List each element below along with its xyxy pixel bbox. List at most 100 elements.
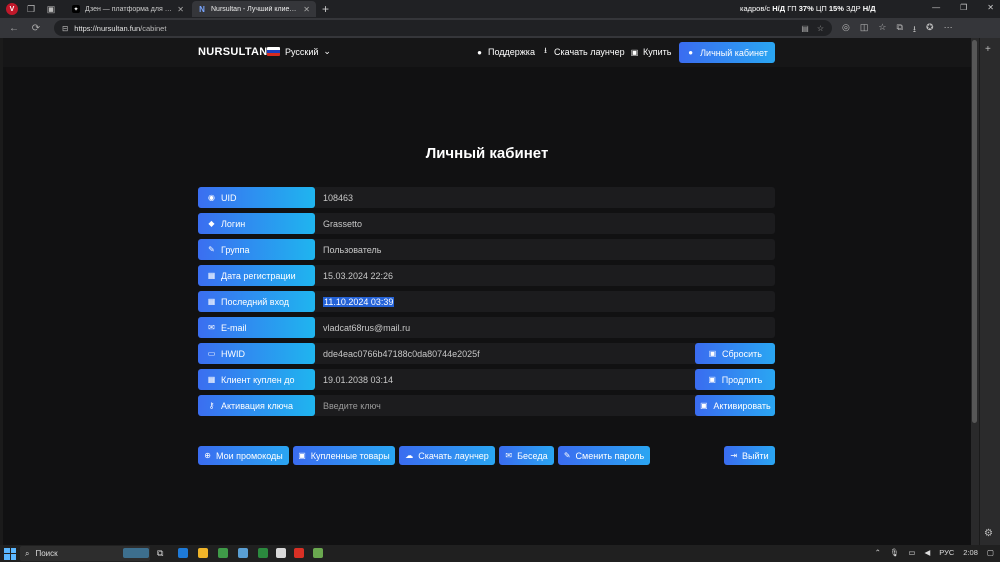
site-info-icon[interactable]: ⊟: [62, 24, 68, 33]
extend-button[interactable]: ▣ Продлить: [695, 369, 775, 390]
close-icon[interactable]: ✕: [177, 5, 184, 14]
shopping-bag-icon: ▣: [298, 451, 306, 460]
widget-image-icon[interactable]: [123, 548, 149, 558]
language-selector[interactable]: Русский ⌄: [267, 46, 331, 57]
plus-circle-icon: ⊕: [204, 451, 211, 460]
change-password-button[interactable]: ✎ Сменить пароль: [558, 446, 650, 465]
tab-nursultan[interactable]: N Nursultan - Лучший клиент с мо ✕: [192, 1, 316, 17]
overlay-gpu: 37%: [798, 4, 814, 13]
extension-icon[interactable]: ◎: [842, 22, 850, 38]
chat-button[interactable]: ✉ Беседа: [499, 446, 554, 465]
label-text: Группа: [221, 244, 250, 255]
site-logo[interactable]: NURSULTAN: [198, 46, 268, 58]
back-icon[interactable]: ←: [6, 23, 22, 34]
page-scrollbar[interactable]: [971, 38, 979, 545]
input-language[interactable]: РУС: [939, 548, 954, 557]
task-view-icon[interactable]: ⧉: [157, 548, 167, 558]
sign-out-icon: ⇥: [730, 451, 738, 460]
spreadsheet-app-icon[interactable]: [258, 548, 268, 558]
app-icon[interactable]: [276, 548, 286, 558]
label-text: Логин: [221, 218, 246, 229]
window-controls: — ❐ ✕: [932, 3, 994, 12]
russia-flag-icon: [267, 47, 280, 56]
bookmark-star-icon[interactable]: ☆: [817, 24, 824, 33]
buy-label: Купить: [643, 47, 672, 57]
label-text: Дата регистрации: [221, 270, 296, 281]
profile-row-hwid: ▭ HWID dde4eac0766b47188c0da80744e2025f ▣…: [198, 343, 775, 364]
clock[interactable]: 2:08: [963, 548, 978, 557]
scrollbar-thumb[interactable]: [972, 40, 977, 423]
overlay-prefix: кадров/с: [740, 4, 771, 13]
overlay-gpu-label: ГП: [787, 4, 797, 13]
support-link[interactable]: ● Поддержка: [475, 47, 535, 57]
purchased-goods-button[interactable]: ▣ Купленные товары: [293, 446, 395, 465]
web-page: NURSULTAN Русский ⌄ ● Поддержка ⭳ Скачат…: [3, 38, 971, 545]
reset-hwid-button[interactable]: ▣ Сбросить: [695, 343, 775, 364]
nursultan-favicon-icon: N: [199, 4, 205, 14]
cabinet-label: Личный кабинет: [700, 47, 768, 58]
maximize-icon[interactable]: ❐: [960, 3, 967, 12]
url-field[interactable]: ⊟ https://nursultan.fun/cabinet ▤ ☆: [54, 20, 832, 36]
split-view-icon[interactable]: ◫: [860, 22, 869, 38]
new-tab-icon[interactable]: +: [322, 2, 329, 16]
dzen-favicon-icon: ✦: [72, 5, 80, 13]
copilot-icon[interactable]: ✪: [926, 22, 934, 38]
translate-icon[interactable]: ▤: [801, 24, 809, 33]
downloads-icon[interactable]: ⭳: [913, 22, 916, 38]
button-label: Скачать лаунчер: [418, 450, 489, 461]
label-text: E-mail: [221, 322, 247, 333]
close-icon[interactable]: ✕: [303, 5, 310, 14]
unlock-icon: ▣: [700, 401, 708, 410]
download-launcher-link[interactable]: ⭳ Скачать лаунчер: [541, 46, 624, 57]
activation-key-input[interactable]: [317, 395, 693, 416]
reload-icon[interactable]: ⟳: [28, 23, 44, 34]
workspaces-icon[interactable]: ❐: [24, 2, 38, 16]
minecraft-icon[interactable]: [313, 548, 323, 558]
activate-button[interactable]: ▣ Активировать: [695, 395, 775, 416]
user-icon: ●: [688, 48, 694, 57]
store-icon[interactable]: [218, 548, 228, 558]
gear-icon[interactable]: ⚙: [984, 528, 993, 539]
close-window-icon[interactable]: ✕: [987, 3, 994, 12]
comments-icon: ✉: [505, 451, 513, 460]
last-login-value: 11.10.2024 03:39: [323, 291, 395, 312]
tab-dzen[interactable]: ✦ Дзен — платформа для просмот ✕: [66, 1, 190, 17]
windows-start-icon[interactable]: [4, 547, 16, 560]
key-icon: ⚷: [208, 401, 215, 410]
minimize-icon[interactable]: —: [932, 3, 940, 12]
button-label: Продлить: [721, 374, 763, 385]
overlay-fps: Н/Д: [772, 4, 786, 13]
cabinet-button[interactable]: ● Личный кабинет: [679, 42, 775, 63]
microphone-icon[interactable]: 🎙: [890, 548, 900, 557]
promocodes-button[interactable]: ⊕ Мои промокоды: [198, 446, 289, 465]
more-menu-icon[interactable]: ⋯: [944, 22, 953, 38]
button-label: Сменить пароль: [575, 450, 645, 461]
user-headset-icon: ●: [477, 47, 482, 57]
tab-actions-icon[interactable]: ▣: [44, 2, 58, 16]
notifications-icon[interactable]: ▢: [987, 548, 994, 557]
network-icon[interactable]: ▭: [908, 548, 915, 557]
add-sidebar-app-icon[interactable]: +: [985, 44, 991, 55]
browser-logo-icon[interactable]: V: [6, 3, 18, 15]
collections-icon[interactable]: ⧉: [896, 22, 902, 38]
file-explorer-icon[interactable]: [198, 548, 208, 558]
profile-row-key: ⚷ Активация ключа ▣ Активировать: [198, 395, 775, 416]
tag-icon: ◆: [208, 219, 215, 228]
url-path: /cabinet: [140, 23, 167, 33]
url-host: https://nursultan.fun: [74, 23, 141, 33]
download-launcher-button[interactable]: ☁ Скачать лаунчер: [399, 446, 495, 465]
row-label: ▦ Последний вход: [198, 291, 315, 312]
media-app-icon[interactable]: [294, 548, 304, 558]
chevron-up-icon[interactable]: ⌃: [875, 548, 881, 557]
search-label: Поиск: [35, 549, 58, 558]
app-icon[interactable]: [238, 548, 248, 558]
lock-icon: ▣: [708, 349, 717, 358]
buy-link[interactable]: ▣ Купить: [630, 47, 672, 57]
volume-icon[interactable]: ◀: [924, 548, 930, 557]
browser-sidebar: + ⚙: [980, 38, 1000, 545]
edge-browser-icon[interactable]: [178, 548, 188, 558]
logout-button[interactable]: ⇥ Выйти: [724, 446, 775, 465]
favorites-icon[interactable]: ☆: [878, 22, 886, 38]
edit-icon: ✎: [563, 451, 571, 460]
cloud-download-icon: ☁: [405, 451, 414, 460]
